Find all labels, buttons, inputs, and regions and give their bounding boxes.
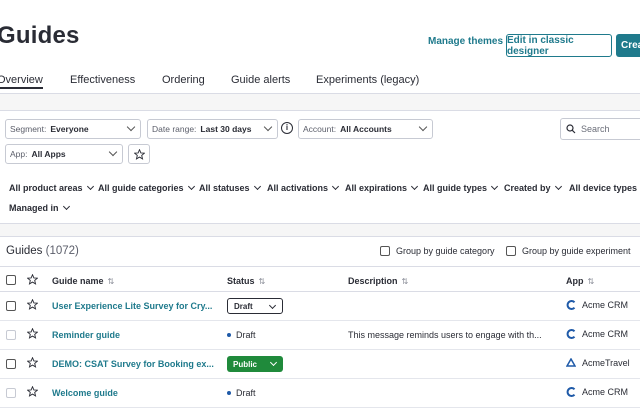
chip-created-by[interactable]: Created by: [504, 182, 562, 193]
tab-guide-alerts[interactable]: Guide alerts: [231, 74, 290, 86]
group-by-category-checkbox[interactable]: Group by guide category: [380, 246, 495, 256]
app-cell: Acme CRM: [566, 329, 628, 339]
acme-crm-icon: [566, 300, 576, 310]
chip-product-areas[interactable]: All product areas: [9, 182, 94, 193]
date-range-select[interactable]: Date range: Last 30 days: [147, 119, 278, 139]
sort-icon: ⇅: [258, 277, 266, 286]
account-select[interactable]: Account: All Accounts: [298, 119, 433, 139]
acme-crm-icon: [566, 387, 576, 397]
app-cell: Acme CRM: [566, 387, 628, 397]
chip-activations[interactable]: All activations: [267, 182, 340, 193]
row-checkbox[interactable]: [6, 330, 16, 340]
guides-count: (1072): [45, 245, 79, 257]
chevron-down-icon: [269, 358, 278, 367]
star-icon[interactable]: [27, 328, 38, 339]
star-icon[interactable]: [27, 357, 38, 368]
description-cell: This message reminds users to engage wit…: [348, 330, 542, 340]
segment-select[interactable]: Segment: Everyone: [5, 119, 141, 139]
chip-guide-types[interactable]: All guide types: [423, 182, 499, 193]
star-icon: [133, 148, 145, 160]
chevron-down-icon: [126, 122, 136, 132]
edit-classic-designer-button[interactable]: Edit in classic designer: [506, 34, 612, 57]
row-checkbox[interactable]: [6, 301, 16, 311]
active-tab-indicator: [0, 87, 43, 89]
column-guide-name[interactable]: Guide name ⇅: [52, 276, 114, 286]
app-cell: Acme CRM: [566, 300, 628, 310]
search-icon: [566, 124, 576, 134]
chevron-down-icon: [268, 301, 277, 310]
tab-experiments-legacy[interactable]: Experiments (legacy): [316, 74, 419, 86]
row-checkbox[interactable]: [6, 359, 16, 369]
status-text: Draft: [227, 388, 256, 398]
tab-overview[interactable]: Overview: [0, 74, 43, 86]
select-all-checkbox[interactable]: [6, 275, 16, 285]
page-title: Guides: [0, 22, 80, 49]
star-icon[interactable]: [27, 386, 38, 397]
tab-effectiveness[interactable]: Effectiveness: [70, 74, 135, 86]
table-row[interactable]: Welcome guide Draft Acme CRM: [0, 379, 640, 408]
guide-name-link[interactable]: DEMO: CSAT Survey for Booking ex...: [52, 359, 214, 369]
column-app[interactable]: App ⇅: [566, 276, 594, 286]
table-header: Guide name ⇅ Status ⇅ Description ⇅ App ⇅: [0, 266, 640, 292]
column-description[interactable]: Description ⇅: [348, 276, 408, 286]
guide-name-link[interactable]: Welcome guide: [52, 388, 118, 398]
search-input[interactable]: Search: [560, 118, 640, 140]
tab-ordering[interactable]: Ordering: [162, 74, 205, 86]
chip-statuses[interactable]: All statuses: [199, 182, 261, 193]
table-row[interactable]: User Experience Lite Survey for Cry... D…: [0, 292, 640, 321]
chevron-down-icon: [108, 147, 118, 157]
guide-name-link[interactable]: Reminder guide: [52, 330, 120, 340]
chevron-down-icon: [418, 122, 428, 132]
row-checkbox[interactable]: [6, 388, 16, 398]
create-guide-button[interactable]: Create: [616, 34, 640, 57]
guides-table-title: Guides (1072): [6, 245, 79, 257]
sort-icon: ⇅: [107, 277, 115, 286]
status-dot-icon: [227, 391, 231, 395]
column-status[interactable]: Status ⇅: [227, 276, 265, 286]
chip-device-types[interactable]: All device types: [569, 183, 640, 193]
app-cell: AcmeTravel: [566, 358, 630, 368]
favorite-filter-button[interactable]: [128, 144, 150, 164]
chip-expirations[interactable]: All expirations: [345, 182, 419, 193]
table-row[interactable]: Reminder guide Draft This message remind…: [0, 321, 640, 350]
chip-guide-categories[interactable]: All guide categories: [98, 182, 195, 193]
status-dropdown[interactable]: Draft: [227, 298, 283, 314]
app-select[interactable]: App: All Apps: [5, 144, 123, 164]
chevron-down-icon: [263, 122, 273, 132]
sort-icon: ⇅: [587, 277, 595, 286]
guide-name-link[interactable]: User Experience Lite Survey for Cry...: [52, 301, 212, 311]
table-row[interactable]: DEMO: CSAT Survey for Booking ex... Publ…: [0, 350, 640, 379]
sort-icon: ⇅: [401, 277, 409, 286]
group-by-experiment-checkbox[interactable]: Group by guide experiment: [506, 246, 631, 256]
chip-managed-in[interactable]: Managed in: [9, 202, 70, 213]
star-icon[interactable]: [27, 299, 38, 310]
info-icon[interactable]: i: [281, 122, 293, 134]
status-text: Draft: [227, 330, 256, 340]
acme-crm-icon: [566, 329, 576, 339]
status-dropdown[interactable]: Public: [227, 356, 283, 372]
manage-themes-button[interactable]: Manage themes: [428, 36, 503, 47]
status-dot-icon: [227, 333, 231, 337]
star-icon[interactable]: [27, 274, 38, 285]
acme-travel-icon: [566, 358, 576, 367]
